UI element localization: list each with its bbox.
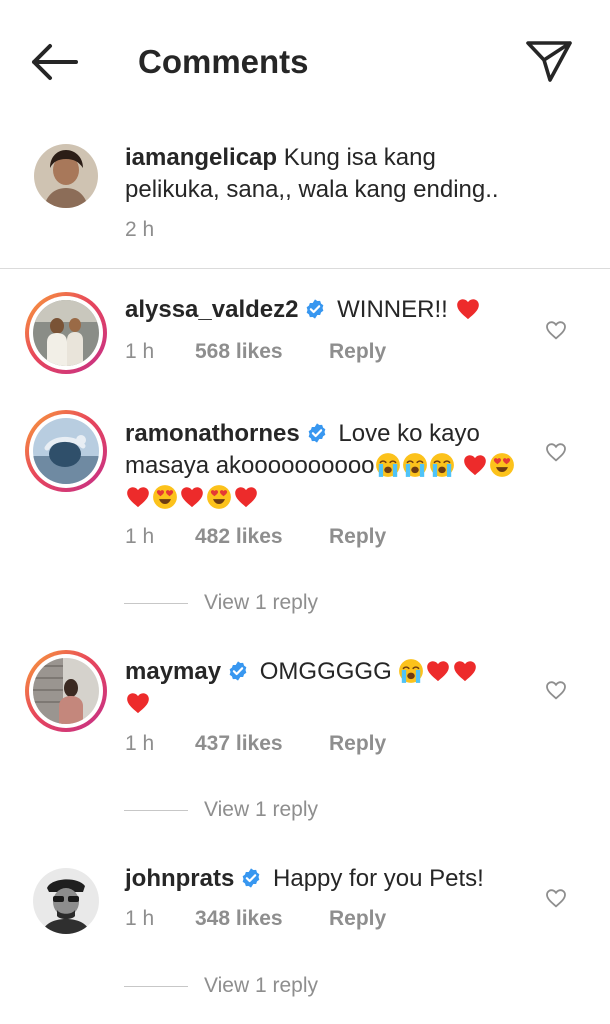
view-replies-button[interactable]: View 1 reply — [124, 589, 318, 617]
reply-button[interactable]: Reply — [329, 907, 386, 930]
comment-body: Happy for you Pets! — [273, 865, 484, 892]
comment-meta: 1 h 482 likes Reply — [125, 523, 386, 551]
red-heart-icon — [125, 484, 151, 510]
divider — [124, 809, 188, 811]
timestamp: 1 h — [125, 907, 155, 930]
comment-meta: 1 h 437 likes Reply — [125, 730, 386, 758]
comment-username[interactable]: alyssa_valdez2 — [125, 296, 298, 323]
avatar[interactable] — [34, 144, 98, 208]
reply-button[interactable]: Reply — [329, 340, 386, 363]
comment-body: OMGGGGG — [259, 658, 392, 685]
comment-text: alyssa_valdez2 WINNER!! — [125, 294, 530, 326]
caption-meta: 2 h — [125, 216, 195, 244]
story-ring-avatar[interactable] — [25, 410, 107, 492]
view-replies-button[interactable]: View 1 reply — [124, 972, 318, 1000]
verified-badge-icon — [240, 867, 262, 889]
view-replies-button[interactable]: View 1 reply — [124, 796, 318, 824]
avatar — [33, 658, 99, 724]
timestamp: 1 h — [125, 525, 155, 548]
loudly-crying-face-icon — [429, 452, 455, 478]
verified-badge-icon — [227, 660, 249, 682]
heart-eyes-icon — [152, 484, 178, 510]
story-ring-avatar[interactable] — [25, 650, 107, 732]
avatar[interactable] — [33, 868, 99, 934]
divider — [124, 985, 188, 987]
timestamp: 1 h — [125, 732, 155, 755]
caption-username[interactable]: iamangelicap — [125, 144, 277, 171]
timestamp: 1 h — [125, 340, 155, 363]
view-replies-label: View 1 reply — [204, 974, 319, 997]
comment-meta: 1 h 568 likes Reply — [125, 338, 386, 366]
red-heart-icon — [452, 658, 478, 684]
top-bar: Comments — [0, 0, 610, 124]
loudly-crying-face-icon — [375, 452, 401, 478]
view-replies-label: View 1 reply — [204, 798, 319, 821]
loudly-crying-face-icon — [402, 452, 428, 478]
comment-body: WINNER!! — [337, 296, 448, 323]
heart-outline-icon[interactable] — [543, 886, 569, 910]
timestamp: 2 h — [125, 218, 155, 241]
loudly-crying-face-icon — [398, 658, 424, 684]
caption-text: iamangelicap Kung isa kang pelikuka, san… — [125, 142, 530, 206]
view-replies-label: View 1 reply — [204, 591, 319, 614]
red-heart-icon — [179, 484, 205, 510]
reply-button[interactable]: Reply — [329, 732, 386, 755]
divider — [124, 602, 188, 604]
like-count[interactable]: 482 likes — [195, 523, 329, 551]
comment-text: ramonathornes Love ko kayo masaya akoooo… — [125, 418, 530, 514]
verified-badge-icon — [306, 422, 328, 444]
red-heart-icon — [455, 296, 481, 322]
paper-plane-icon — [526, 41, 572, 82]
post-caption: iamangelicap Kung isa kang pelikuka, san… — [0, 124, 610, 269]
comment-meta: 1 h 348 likes Reply — [125, 905, 386, 933]
back-button[interactable] — [26, 40, 80, 84]
comment-username[interactable]: ramonathornes — [125, 420, 300, 447]
heart-eyes-icon — [489, 452, 515, 478]
like-count[interactable]: 437 likes — [195, 730, 329, 758]
arrow-left-icon — [32, 44, 78, 80]
red-heart-icon — [233, 484, 259, 510]
avatar — [33, 300, 99, 366]
red-heart-icon — [125, 690, 151, 716]
heart-outline-icon[interactable] — [543, 678, 569, 702]
red-heart-icon — [462, 452, 488, 478]
heart-eyes-icon — [206, 484, 232, 510]
heart-outline-icon[interactable] — [543, 440, 569, 464]
red-heart-icon — [425, 658, 451, 684]
page-title: Comments — [138, 43, 309, 80]
like-count[interactable]: 568 likes — [195, 338, 329, 366]
comment-text: maymay OMGGGGG — [125, 656, 530, 720]
story-ring-avatar[interactable] — [25, 292, 107, 374]
reply-button[interactable]: Reply — [329, 525, 386, 548]
verified-badge-icon — [304, 298, 326, 320]
heart-outline-icon[interactable] — [543, 318, 569, 342]
avatar — [33, 418, 99, 484]
like-count[interactable]: 348 likes — [195, 905, 329, 933]
comment-username[interactable]: johnprats — [125, 865, 234, 892]
comment-text: johnprats Happy for you Pets! — [125, 863, 530, 895]
direct-message-button[interactable] — [524, 38, 574, 84]
comment-username[interactable]: maymay — [125, 658, 221, 685]
